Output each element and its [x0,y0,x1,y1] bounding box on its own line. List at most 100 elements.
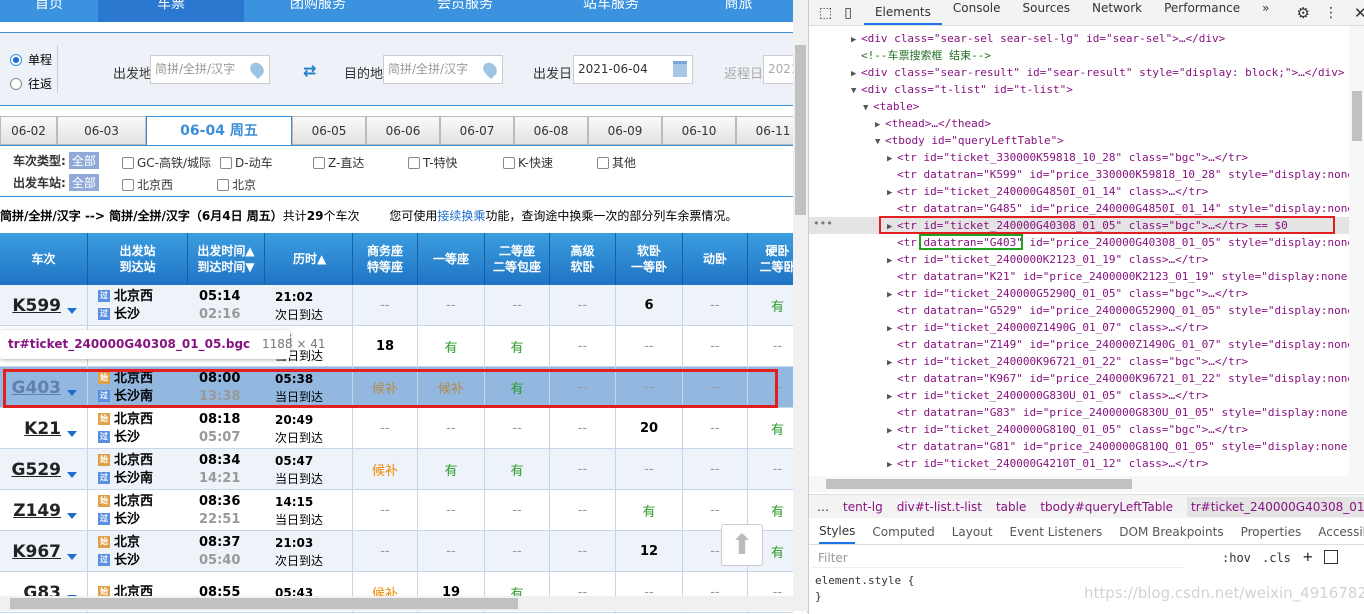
devtools-tab[interactable]: Network [1081,1,1153,25]
dom-node[interactable]: ▶ <tr id="ticket_330000K59818_10_28" clas… [887,149,1248,166]
checkbox[interactable] [122,178,134,191]
breadcrumb-item[interactable]: tr#ticket_240000G40308_01_05.bgc [1187,496,1364,517]
seat-cell[interactable]: 候补 [353,449,418,490]
dom-node[interactable]: ▶ <tr id="ticket_240000Z1490G_01_07" clas… [887,319,1208,336]
table-row[interactable]: K599 过北京西过长沙 05:14 02:16 21:02 次日到达 -- -- -- -- 6-… [0,285,808,326]
styles-subtab[interactable]: Properties [1241,525,1302,539]
toggle-sidebar-icon[interactable] [1324,550,1338,564]
date-tab[interactable]: 06-06 [366,116,440,145]
train-type-option[interactable]: GC-高铁/城际 [122,154,211,171]
nav-item[interactable]: 商旅 [684,0,793,22]
column-header[interactable]: 出发时间▲ 到达时间▼ [188,233,265,285]
dom-node[interactable]: ▶ <tr id="ticket_2400000G810Q_01_05" clas… [887,421,1248,438]
seat-cell[interactable]: 有 [418,326,485,367]
to-input[interactable]: 简拼/全拼/汉字 [383,55,503,84]
calendar-icon[interactable] [673,61,687,77]
seat-cell[interactable]: 6 [616,285,683,326]
devtools-tab[interactable]: Sources [1012,1,1081,25]
nav-item[interactable]: 团购服务 [244,0,392,22]
new-rule-button[interactable]: + [1303,547,1313,566]
hov-toggle[interactable]: :hov [1222,551,1251,565]
back-to-top-button[interactable]: ⬆ [721,524,763,566]
dom-node[interactable]: <tr datatran="G529" id="price_240000G529… [887,302,1349,319]
train-number-link[interactable]: G529 [12,460,61,480]
column-header[interactable]: 历时▲ [265,233,353,285]
seat-cell[interactable]: 有 [485,449,550,490]
expand-arrow-icon[interactable] [67,307,77,314]
table-row[interactable]: K967 始北京过长沙 08:37 05:40 21:03 次日到达 -- -- -- -- 12-… [0,531,808,572]
styles-subtab[interactable]: Layout [952,525,993,539]
dom-node[interactable]: ▶ <tr id="ticket_2400000K2123_01_19" clas… [887,251,1208,268]
column-header[interactable]: 出发站 到达站 [88,233,188,285]
dom-node[interactable]: ▶ <tr id="ticket_2400000G830U_01_05" clas… [887,387,1208,404]
breadcrumb-item[interactable]: tbody#queryLeftTable [1040,500,1173,514]
dom-node[interactable]: <tr datatran="G485" id="price_240000G485… [887,200,1349,217]
devtools-tab[interactable]: Performance [1153,1,1251,25]
train-number-link[interactable]: K599 [12,296,61,316]
inspect-element-icon[interactable]: ⬚ [809,5,840,21]
seat-cell[interactable]: 有 [418,449,485,490]
expand-arrow-icon[interactable] [67,471,77,478]
train-type-option[interactable]: T-特快 [408,154,458,171]
devtools-tab[interactable]: » [1251,1,1280,25]
table-row[interactable]: Z149 始北京西过长沙 08:36 22:51 14:15 当日到达 -- -- -- -- 有 -… [0,490,808,531]
breadcrumb-item[interactable]: table [996,500,1026,514]
dom-node[interactable]: <tr datatran="Z149" id="price_240000Z149… [887,336,1349,353]
close-icon[interactable]: ✕ [1354,4,1364,22]
checkbox[interactable] [220,156,232,169]
settings-gear-icon[interactable]: ⚙ [1297,4,1310,22]
dom-node[interactable]: <tr datatran="K21" id="price_2400000K212… [887,268,1347,285]
date-tab[interactable]: 06-02 [0,116,57,145]
breadcrumb-item[interactable]: … [817,500,829,514]
dom-node[interactable]: ▶ <tr id="ticket_240000K96721_01_22" clas… [887,353,1248,370]
swap-icon[interactable]: ⇄ [303,61,316,80]
seat-cell[interactable]: 12 [616,531,683,572]
column-header[interactable]: 二等座 二等包座 [485,233,550,285]
dom-node[interactable]: <tr datatran="G83" id="price_2400000G830… [887,404,1347,421]
station-option[interactable]: 北京 [217,176,256,193]
dom-node[interactable]: ▶ <div class="sear-sel sear-sel-lg" id="s… [851,30,1225,47]
from-input[interactable]: 简拼/全拼/汉字 [150,55,270,84]
column-header[interactable]: 商务座 特等座 [353,233,418,285]
styles-subtab[interactable]: Event Listeners [1010,525,1103,539]
table-row[interactable]: K21 始北京西过长沙 08:18 05:07 20:49 次日到达 -- -- -- -- 20-… [0,408,808,449]
cls-toggle[interactable]: .cls [1262,551,1291,565]
breadcrumb-item[interactable]: div#t-list.t-list [897,500,982,514]
station-all-button[interactable]: 全部 [68,174,99,191]
styles-subtab[interactable]: Accessibility [1318,525,1364,539]
date-tab[interactable]: 06-09 [588,116,662,145]
styles-subtab[interactable]: Computed [872,525,934,539]
styles-filter-input[interactable]: Filter [813,548,1185,568]
checkbox[interactable] [503,156,515,169]
expand-toggle-icon[interactable]: ▼ [875,134,885,151]
train-number-link[interactable]: Z149 [13,501,61,521]
nav-item[interactable]: 首页 [0,0,98,22]
scrollbar-thumb[interactable] [10,598,518,609]
expand-arrow-icon[interactable] [67,553,77,560]
dom-node[interactable]: <tr datatran="K967" id="price_240000K967… [887,370,1349,387]
styles-subtab[interactable]: DOM Breakpoints [1119,525,1223,539]
checkbox[interactable] [217,178,229,191]
transfer-link[interactable]: 接续换乘 [437,209,485,223]
nav-item[interactable]: 车票 [98,0,244,22]
expand-arrow-icon[interactable] [67,430,77,437]
checkbox[interactable] [313,156,325,169]
seat-cell[interactable]: 有 [616,490,683,531]
devtools-tab[interactable]: Elements [863,1,942,25]
dom-node[interactable]: ▼ <tbody id="queryLeftTable"> [875,132,1064,149]
dom-node[interactable]: ▶ <div class="sear-result" id="sear-resul… [851,64,1344,81]
checkbox[interactable] [408,156,420,169]
scrollbar-thumb[interactable] [1352,91,1362,141]
seat-cell[interactable]: 18 [353,326,418,367]
column-header[interactable]: 一等座 [418,233,485,285]
expand-toggle-icon[interactable]: ▼ [851,83,861,100]
element-style-rule[interactable]: element.style { [815,574,914,587]
date-tab[interactable]: 06-05 [292,116,366,145]
dom-node[interactable]: ▶ <tr id="ticket_240000G4210T_01_12" clas… [887,455,1208,472]
date-input[interactable]: 2021-06-04 [573,55,693,84]
column-header[interactable]: 动卧 [683,233,748,285]
train-number-link[interactable]: K967 [12,542,61,562]
devtools-tab[interactable]: Console [942,1,1012,25]
date-tab[interactable]: 06-08 [514,116,588,145]
seat-cell[interactable]: 有 [485,326,550,367]
